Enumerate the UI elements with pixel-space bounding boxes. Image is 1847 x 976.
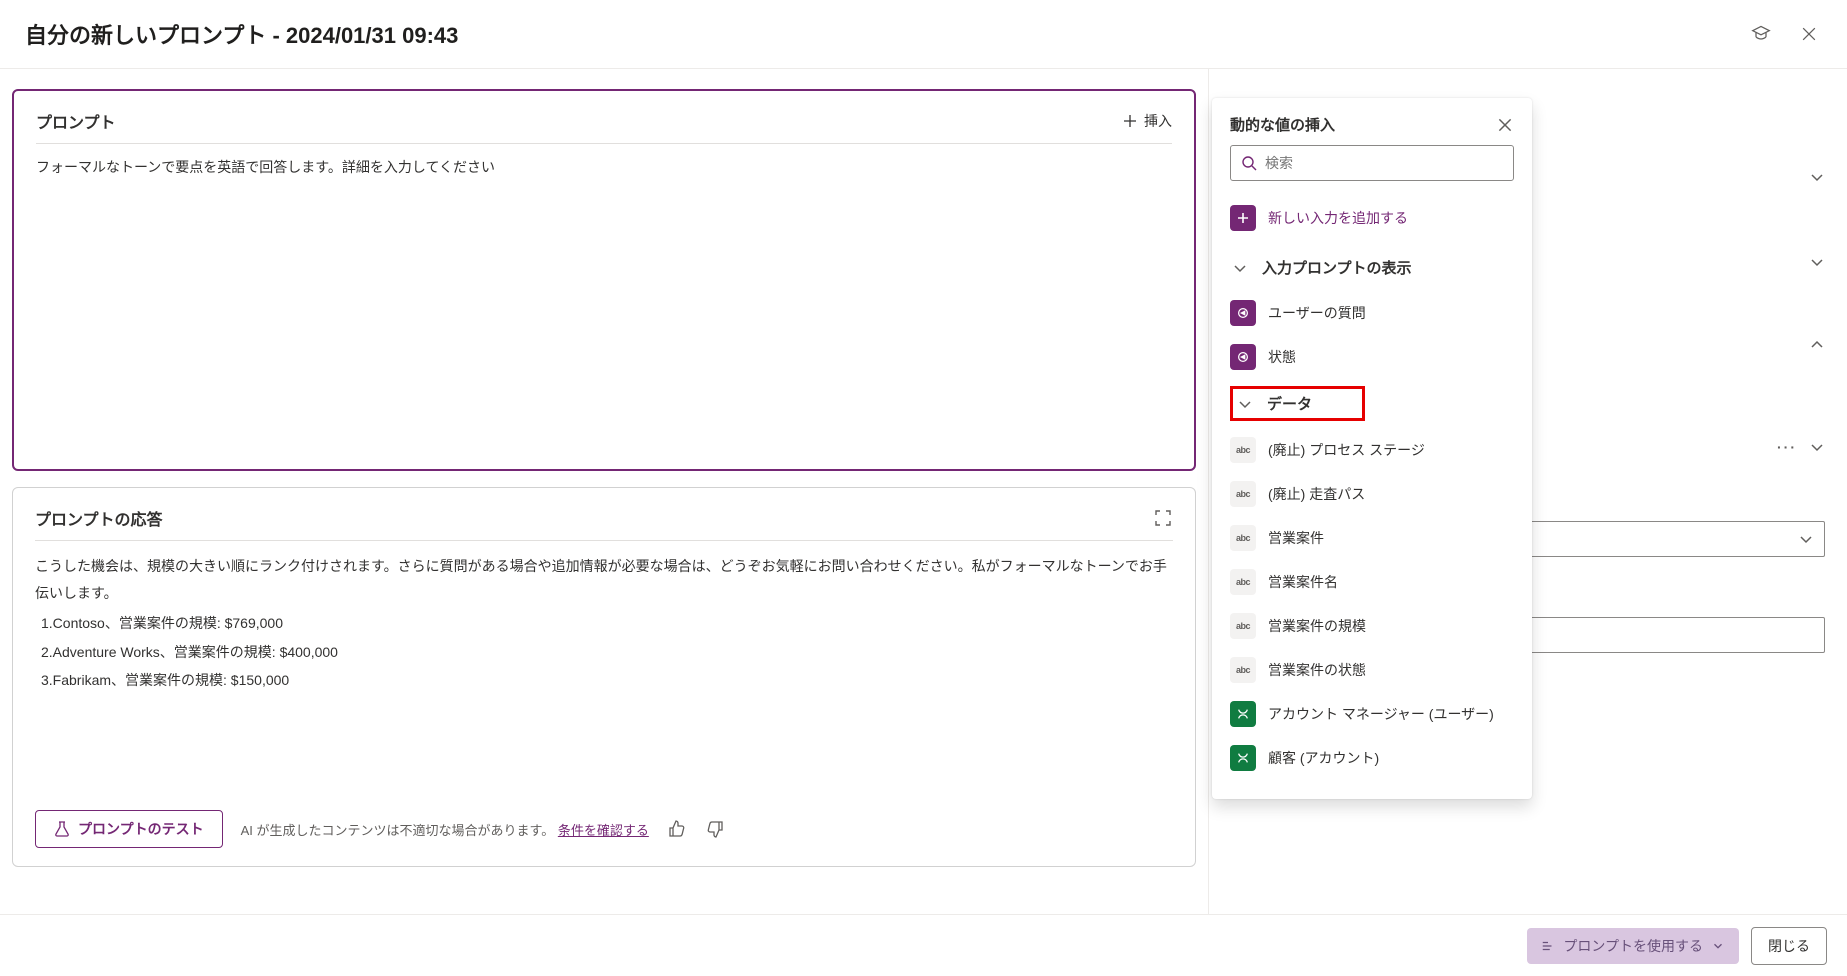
prompt-card: プロンプト 挿入 フォーマルなトーンで要点を英語で回答します。詳細を入力してくだ…	[12, 89, 1196, 471]
list-item: 3.Fabrikam、営業案件の規模: $150,000	[41, 667, 1173, 694]
prompt-card-header: プロンプト 挿入	[36, 109, 1172, 144]
response-card-header: プロンプトの応答	[35, 506, 1173, 541]
dynamic-item[interactable]: アカウント マネージャー (ユーザー)	[1230, 697, 1514, 731]
right-section-toggle-1[interactable]	[1809, 169, 1825, 185]
prompt-textarea[interactable]: フォーマルなトーンで要点を英語で回答します。詳細を入力してください	[36, 156, 1172, 451]
prompt-card-title: プロンプト	[36, 109, 116, 133]
thumbs-down-icon[interactable]	[705, 819, 725, 839]
section-data-label: データ	[1267, 393, 1312, 414]
dynamic-item[interactable]: abc 営業案件の状態	[1230, 653, 1514, 687]
flyout-header: 動的な値の挿入	[1230, 114, 1514, 135]
dynamic-item[interactable]: abc 営業案件	[1230, 521, 1514, 555]
dynamic-item[interactable]: abc (廃止) プロセス ステージ	[1230, 433, 1514, 467]
dynamic-item[interactable]: abc (廃止) 走査パス	[1230, 477, 1514, 511]
add-input-label: 新しい入力を追加する	[1268, 208, 1408, 228]
chevron-down-icon	[1711, 939, 1725, 953]
dynamic-item-label: 営業案件名	[1268, 572, 1338, 592]
right-section-toggle-2[interactable]	[1809, 254, 1825, 270]
header: 自分の新しいプロンプト - 2024/01/31 09:43	[0, 0, 1847, 68]
text-field-icon: abc	[1230, 613, 1256, 639]
dynamic-item-state[interactable]: 状態	[1230, 340, 1514, 374]
dynamic-item[interactable]: 顧客 (アカウント)	[1230, 741, 1514, 775]
chevron-down-icon	[1809, 254, 1825, 270]
flyout-title: 動的な値の挿入	[1230, 114, 1335, 135]
chevron-down-icon	[1237, 396, 1253, 412]
dynamic-item-label: 顧客 (アカウント)	[1268, 748, 1379, 768]
chevron-up-icon	[1809, 337, 1825, 353]
response-body: こうした機会は、規模の大きい順にランク付けされます。さらに質問がある場合や追加情…	[35, 553, 1173, 790]
list-item: 1.Contoso、営業案件の規模: $769,000	[41, 610, 1173, 637]
search-input[interactable]	[1265, 155, 1503, 171]
list-item: 2.Adventure Works、営業案件の規模: $400,000	[41, 639, 1173, 666]
left-column: プロンプト 挿入 フォーマルなトーンで要点を英語で回答します。詳細を入力してくだ…	[0, 69, 1208, 974]
thumbs-up-icon[interactable]	[667, 819, 687, 839]
right-select-2[interactable]	[1529, 617, 1825, 653]
dynamic-item-label: アカウント マネージャー (ユーザー)	[1268, 704, 1494, 724]
text-field-icon: abc	[1230, 657, 1256, 683]
section-data-header[interactable]: データ	[1230, 386, 1365, 421]
chevron-down-icon	[1809, 169, 1825, 185]
section-inputs-label: 入力プロンプトの表示	[1262, 257, 1412, 278]
entity-icon	[1230, 701, 1256, 727]
dynamic-item-label: (廃止) プロセス ステージ	[1268, 440, 1425, 460]
dynamic-item-label: 営業案件の規模	[1268, 616, 1366, 636]
chevron-down-icon	[1798, 531, 1814, 547]
search-box[interactable]	[1230, 145, 1514, 181]
test-prompt-button[interactable]: プロンプトのテスト	[35, 810, 223, 848]
data-items-list: abc (廃止) プロセス ステージ abc (廃止) 走査パス abc 営業案…	[1230, 433, 1514, 775]
response-card-title: プロンプトの応答	[35, 506, 163, 530]
response-intro: こうした機会は、規模の大きい順にランク付けされます。さらに質問がある場合や追加情…	[35, 558, 1167, 601]
right-section-toggle-3[interactable]	[1809, 337, 1825, 353]
entity-icon	[1230, 745, 1256, 771]
prompt-icon	[1541, 939, 1555, 953]
expand-icon[interactable]	[1153, 508, 1173, 528]
footer: プロンプトを使用する 閉じる	[0, 914, 1847, 976]
main: プロンプト 挿入 フォーマルなトーンで要点を英語で回答します。詳細を入力してくだ…	[0, 68, 1847, 974]
variable-icon	[1230, 300, 1256, 326]
dynamic-item-label: 状態	[1268, 347, 1296, 367]
terms-link[interactable]: 条件を確認する	[558, 823, 649, 838]
ai-disclaimer: AI が生成したコンテンツは不適切な場合があります。 条件を確認する	[241, 820, 649, 839]
dynamic-item-label: 営業案件	[1268, 528, 1324, 548]
insert-button[interactable]: 挿入	[1122, 111, 1172, 131]
input-items-list: ユーザーの質問 状態	[1230, 296, 1514, 374]
dynamic-item-user-question[interactable]: ユーザーの質問	[1230, 296, 1514, 330]
text-field-icon: abc	[1230, 481, 1256, 507]
text-field-icon: abc	[1230, 437, 1256, 463]
dynamic-item-label: (廃止) 走査パス	[1268, 484, 1365, 504]
dynamic-item[interactable]: abc 営業案件の規模	[1230, 609, 1514, 643]
dynamic-item-label: ユーザーの質問	[1268, 303, 1366, 323]
search-icon	[1241, 155, 1257, 171]
insert-button-label: 挿入	[1144, 111, 1172, 131]
close-icon[interactable]	[1799, 24, 1819, 44]
dynamic-values-flyout: 動的な値の挿入 新しい入力を追加する 入力プロンプトの表示 ユーザーの質問	[1212, 98, 1532, 799]
close-button[interactable]: 閉じる	[1751, 927, 1827, 965]
flyout-close-icon[interactable]	[1496, 116, 1514, 134]
use-prompt-label: プロンプトを使用する	[1563, 936, 1703, 956]
chevron-down-icon	[1232, 260, 1248, 276]
test-prompt-label: プロンプトのテスト	[78, 819, 204, 839]
dynamic-item-label: 営業案件の状態	[1268, 660, 1366, 680]
more-icon[interactable]: ···	[1777, 439, 1797, 455]
plus-icon	[1230, 205, 1256, 231]
right-item-more: ···	[1777, 439, 1825, 455]
dynamic-item[interactable]: abc 営業案件名	[1230, 565, 1514, 599]
chevron-down-icon[interactable]	[1809, 439, 1825, 455]
use-prompt-button[interactable]: プロンプトを使用する	[1527, 928, 1739, 964]
variable-icon	[1230, 344, 1256, 370]
page-title: 自分の新しいプロンプト - 2024/01/31 09:43	[25, 18, 458, 50]
response-card: プロンプトの応答 こうした機会は、規模の大きい順にランク付けされます。さらに質問…	[12, 487, 1196, 867]
learn-icon[interactable]	[1751, 24, 1771, 44]
text-field-icon: abc	[1230, 525, 1256, 551]
header-actions	[1751, 24, 1819, 44]
add-input-button[interactable]: 新しい入力を追加する	[1230, 205, 1514, 231]
response-footer: プロンプトのテスト AI が生成したコンテンツは不適切な場合があります。 条件を…	[35, 810, 1173, 848]
section-inputs-header[interactable]: 入力プロンプトの表示	[1230, 251, 1514, 284]
response-list: 1.Contoso、営業案件の規模: $769,000 2.Adventure …	[35, 610, 1173, 694]
right-select-1[interactable]	[1529, 521, 1825, 557]
text-field-icon: abc	[1230, 569, 1256, 595]
